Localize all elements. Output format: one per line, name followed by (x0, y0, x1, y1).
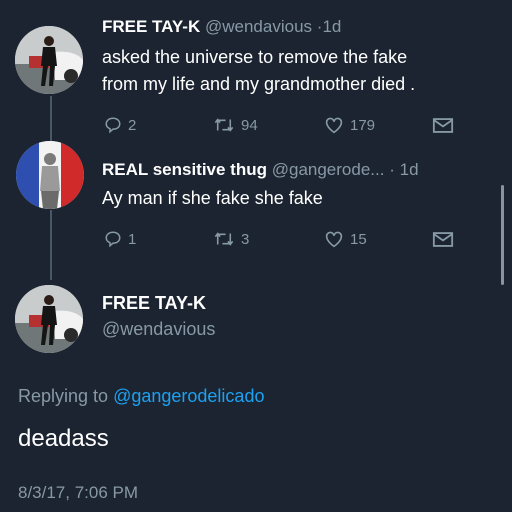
display-name[interactable]: FREE TAY-K (102, 293, 206, 314)
timestamp[interactable]: 1d (400, 160, 419, 179)
replying-to: Replying to @gangerodelicado (18, 386, 264, 407)
like-button[interactable]: 15 (324, 230, 367, 248)
retweet-count: 94 (241, 116, 258, 134)
display-name[interactable]: REAL sensitive thug (102, 160, 267, 179)
retweet-icon (214, 118, 234, 132)
dm-button[interactable] (432, 231, 454, 248)
thread-line (50, 210, 52, 280)
avatar[interactable] (15, 285, 83, 353)
tweet-timestamp[interactable]: 8/3/17, 7:06 PM (18, 483, 138, 503)
retweet-button[interactable]: 94 (213, 116, 258, 134)
tweet-header: FREE TAY-K @wendavious ·1d (102, 17, 341, 37)
replying-mention-link[interactable]: @gangerodelicado (113, 386, 264, 406)
separator: · (389, 160, 395, 179)
avatar[interactable] (15, 26, 83, 94)
reply-button[interactable]: 2 (104, 116, 136, 134)
tweet-text: deadass (18, 425, 109, 452)
display-name[interactable]: FREE TAY-K (102, 17, 200, 36)
retweet-button[interactable]: 3 (213, 230, 249, 248)
dm-icon (432, 118, 454, 133)
scrollbar[interactable] (501, 185, 504, 285)
reply-icon (105, 117, 121, 134)
like-icon (325, 117, 343, 134)
tweet-text-line: asked the universe to remove the fake (102, 47, 408, 67)
avatar[interactable] (16, 141, 84, 209)
tweet-header: REAL sensitive thug @gangerode... · 1d (102, 160, 419, 180)
retweet-icon (214, 232, 234, 246)
tweet-text: Ay man if she fake she fake (102, 188, 323, 208)
like-count: 15 (350, 230, 367, 248)
like-count: 179 (350, 116, 376, 134)
like-icon (325, 231, 343, 248)
dm-button[interactable] (432, 117, 454, 134)
handle[interactable]: @wendavious (102, 319, 215, 340)
tweet-thread: FREE TAY-K @wendavious ·1d asked the uni… (0, 0, 512, 512)
dm-icon (432, 232, 454, 247)
reply-button[interactable]: 1 (104, 230, 136, 248)
handle[interactable]: @gangerode... (272, 160, 385, 179)
handle[interactable]: @wendavious (205, 17, 312, 36)
like-button[interactable]: 179 (324, 116, 375, 134)
retweet-count: 3 (241, 230, 250, 248)
reply-count: 2 (128, 116, 137, 134)
reply-count: 1 (128, 230, 137, 248)
replying-prefix: Replying to (18, 386, 109, 406)
tweet-text-line: from my life and my grandmother died . (102, 74, 416, 94)
reply-icon (105, 231, 121, 248)
timestamp[interactable]: 1d (322, 17, 341, 36)
tweet-text: asked the universe to remove the fake fr… (102, 44, 415, 98)
